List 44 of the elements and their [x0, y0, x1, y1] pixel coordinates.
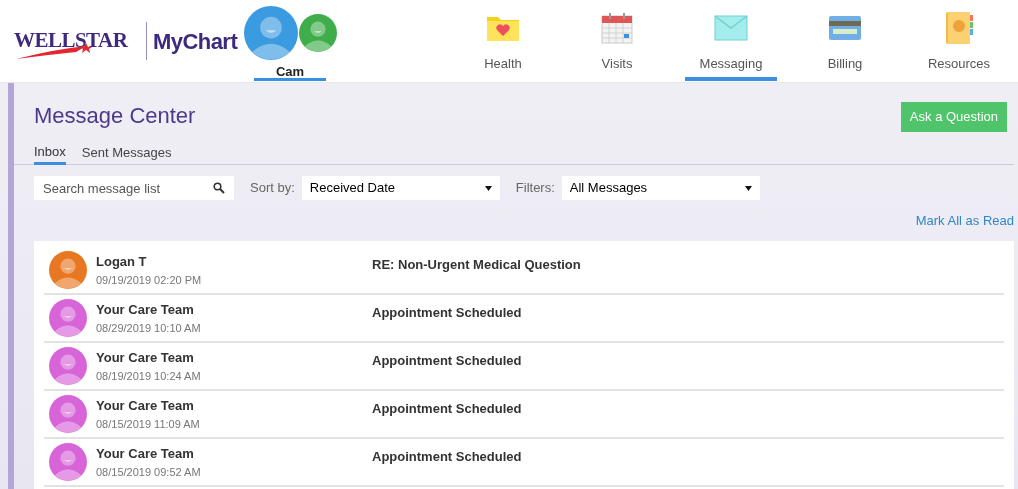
sort-label: Sort by:	[250, 179, 295, 198]
message-row[interactable]: Logan T 09/19/2019 02:20 PM RE: Non-Urgent Medical Question	[44, 247, 1004, 295]
caret-icon	[484, 185, 492, 191]
filter-dropdown[interactable]: All Messages	[561, 176, 760, 200]
message-subject: Appointment Scheduled	[372, 352, 522, 370]
message-date: 08/29/2019 10:10 AM	[96, 320, 202, 336]
message-row[interactable]: Your Care Team 08/15/2019 09:52 AM Appointment Scheduled	[44, 439, 1004, 487]
wellstar-logo: WELLSTAR	[14, 21, 140, 61]
envelope-icon	[714, 14, 748, 41]
account-avatar[interactable]	[298, 14, 337, 52]
sender-name: Your Care Team	[96, 445, 195, 463]
sender-name: Your Care Team	[96, 349, 195, 367]
search-field[interactable]: Search message list	[34, 176, 234, 200]
nav-tab[interactable]: Resources	[902, 0, 1016, 83]
sender-name: Your Care Team	[96, 397, 195, 415]
account-avatar[interactable]	[243, 6, 298, 60]
caret-icon	[744, 185, 752, 191]
nav-tab[interactable]: Visits	[560, 0, 674, 83]
address-book-icon	[944, 10, 974, 45]
nav-tab[interactable]: Billing	[788, 0, 902, 83]
page-title: Message Center	[34, 102, 196, 130]
sort-dropdown[interactable]: Received Date	[301, 176, 500, 200]
sender-name: Logan T	[96, 253, 148, 271]
nav-tab[interactable]: Health	[446, 0, 560, 83]
folder-tab[interactable]: Sent Messages	[81, 141, 172, 165]
credit-card-icon	[828, 14, 862, 41]
sender-name: Your Care Team	[96, 301, 195, 319]
message-subject: RE: Non-Urgent Medical Question	[372, 256, 581, 274]
search-icon	[213, 182, 225, 194]
message-date: 08/19/2019 10:24 AM	[96, 368, 202, 384]
message-date: 08/15/2019 11:09 AM	[96, 416, 201, 432]
message-date: 09/19/2019 02:20 PM	[96, 272, 203, 288]
message-subject: Appointment Scheduled	[372, 400, 522, 418]
mychart-logo: MyChart	[153, 27, 238, 56]
message-date: 08/15/2019 09:52 AM	[96, 464, 202, 480]
folder-tab[interactable]: Inbox	[34, 141, 66, 165]
message-subject: Appointment Scheduled	[372, 304, 522, 322]
message-subject: Appointment Scheduled	[372, 448, 522, 466]
message-row[interactable]: Your Care Team 08/15/2019 11:09 AM Appointment Scheduled	[44, 391, 1004, 439]
calendar-icon	[601, 11, 633, 44]
filters-label: Filters:	[515, 179, 555, 198]
nav-tab[interactable]: Messaging	[674, 0, 788, 83]
message-row[interactable]: Your Care Team 08/29/2019 10:10 AM Appointment Scheduled	[44, 295, 1004, 343]
message-row[interactable]: Your Care Team 08/19/2019 10:24 AM Appointment Scheduled	[44, 343, 1004, 391]
